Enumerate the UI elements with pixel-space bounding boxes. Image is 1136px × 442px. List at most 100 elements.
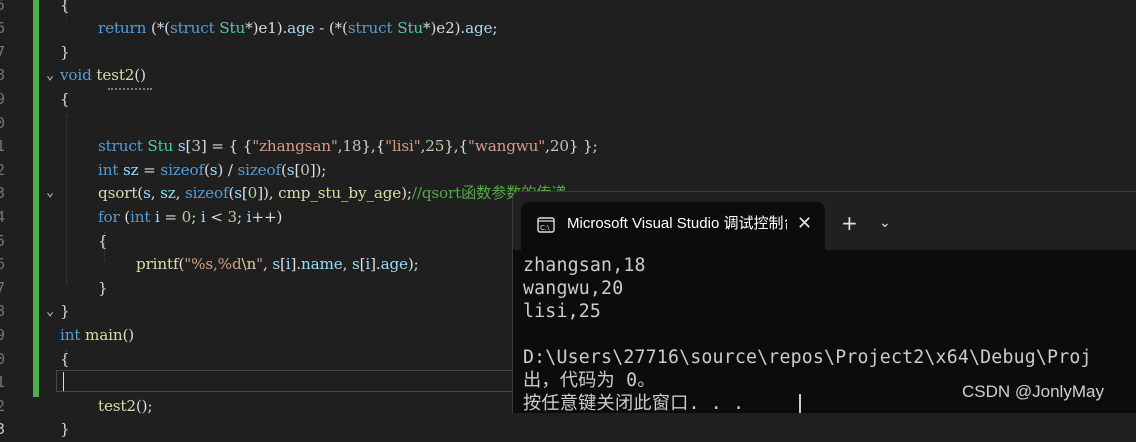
code-token: ,	[342, 255, 352, 274]
code-line: }	[60, 418, 70, 442]
code-token: age	[380, 255, 408, 274]
code-token: },{	[444, 137, 469, 156]
code-token: 18	[342, 137, 362, 156]
code-line: printf("%s,%d\n", s[i].name, s[i].age);	[136, 253, 419, 277]
code-token: ) /	[217, 160, 238, 179]
code-token: struct	[347, 19, 393, 38]
code-token: \n	[241, 255, 257, 274]
code-token: {	[60, 89, 70, 108]
text-caret	[63, 372, 64, 391]
line-number: 3	[0, 420, 6, 439]
line-number: 2	[0, 160, 6, 179]
code-token: ,	[175, 184, 185, 203]
code-token: sizeof	[184, 184, 229, 203]
code-token: sz	[122, 160, 139, 179]
line-number: 5	[0, 231, 6, 250]
indent-guide	[66, 115, 67, 285]
code-token: *)e1).	[245, 19, 288, 38]
fold-chevron-icon[interactable]: ⌄	[43, 305, 57, 319]
code-token: ,	[150, 184, 161, 203]
console-output-line: wangwu,20	[523, 278, 624, 299]
code-token: ]),	[257, 184, 279, 203]
code-token: s	[351, 255, 360, 274]
line-number: 5	[0, 0, 6, 14]
code-token: 0	[300, 160, 310, 179]
console-cursor	[799, 394, 801, 413]
code-token: <	[205, 207, 228, 226]
code-token: void	[60, 66, 92, 85]
code-token: }	[60, 420, 70, 439]
code-token: );	[407, 255, 419, 274]
code-token: int	[130, 207, 151, 226]
code-token: int	[60, 325, 81, 344]
code-token: 0	[181, 207, 192, 226]
code-token: ].	[370, 255, 381, 274]
code-token: Stu	[397, 19, 424, 38]
code-line: {	[60, 348, 70, 372]
code-token: s	[143, 184, 151, 203]
watermark: CSDN @JonlyMay	[962, 382, 1104, 401]
code-token: ()	[122, 325, 135, 344]
line-number: 1	[0, 373, 6, 392]
fold-chevron-icon[interactable]: ⌄	[43, 186, 57, 200]
code-token: (	[119, 207, 131, 226]
code-line: }	[98, 277, 108, 301]
line-number: 8	[0, 66, 6, 85]
console-app-icon: C:\	[537, 217, 555, 233]
line-number: 6	[0, 19, 6, 38]
code-token: {	[98, 231, 108, 250]
code-token: 20	[549, 137, 569, 156]
code-token: }	[98, 278, 108, 297]
code-token: ]);	[309, 160, 327, 179]
code-token: Stu	[147, 137, 174, 156]
intellisense-squiggle	[108, 85, 152, 90]
code-token: 3	[227, 207, 238, 226]
code-token: age	[287, 19, 315, 38]
code-token: s	[272, 255, 280, 274]
code-token: ] = { {	[200, 137, 253, 156]
code-line: int sz = sizeof(s) / sizeof(s[0]);	[98, 159, 326, 183]
code-token: cmp_stu_by_age	[278, 184, 402, 203]
line-number: 6	[0, 255, 6, 274]
debug-console-window[interactable]: C:\ Microsoft Visual Studio 调试控制台 ✕ + ⌄ …	[512, 191, 1136, 413]
code-token: ,	[262, 255, 273, 274]
line-number: 8	[0, 302, 6, 321]
code-token: ++)	[251, 207, 283, 226]
code-token: main	[84, 325, 123, 344]
code-token: test2	[98, 396, 136, 415]
fold-chevron-icon[interactable]: ⌄	[43, 69, 57, 83]
code-token: *)e2).	[423, 19, 466, 38]
code-token: sz	[160, 184, 176, 203]
terminal-tab-bar: C:\ Microsoft Visual Studio 调试控制台 ✕ + ⌄	[513, 192, 1136, 250]
code-token: - (*(	[314, 19, 348, 38]
new-tab-button[interactable]: +	[841, 212, 858, 234]
code-token: 0	[247, 184, 258, 203]
code-line: {	[60, 88, 70, 112]
code-token: struct	[98, 137, 143, 156]
code-token: ;	[237, 207, 247, 226]
code-line: return (*(struct Stu*)e1).age - (*(struc…	[98, 17, 498, 41]
code-line: }	[60, 41, 70, 65]
code-token: );	[401, 184, 412, 203]
chevron-down-icon[interactable]: ⌄	[879, 212, 891, 234]
code-token: for	[98, 207, 120, 226]
code-token: "wangwu"	[468, 137, 546, 156]
line-number: 2	[0, 396, 6, 415]
code-token: ()	[134, 66, 146, 85]
code-token: s	[177, 137, 186, 156]
code-token: qsort	[98, 184, 138, 203]
close-tab-icon[interactable]: ✕	[797, 213, 812, 235]
code-line: struct Stu s[3] = { {"zhangsan",18},{"li…	[98, 135, 598, 159]
code-token: }	[60, 302, 70, 321]
code-line: for (int i = 0; i < 3; i++)	[98, 206, 282, 230]
line-number: 9	[0, 89, 6, 108]
code-token: Stu	[219, 19, 246, 38]
terminal-tab[interactable]: C:\ Microsoft Visual Studio 调试控制台 ✕	[521, 202, 825, 250]
code-token: },{	[361, 137, 386, 156]
code-token: }	[60, 42, 70, 61]
code-token: "%s,%d	[184, 255, 242, 274]
console-output-line: 按任意键关闭此窗口. . .	[523, 393, 745, 413]
code-token: printf	[136, 255, 179, 274]
code-token: ();	[135, 396, 153, 415]
line-number: 0	[0, 349, 6, 368]
